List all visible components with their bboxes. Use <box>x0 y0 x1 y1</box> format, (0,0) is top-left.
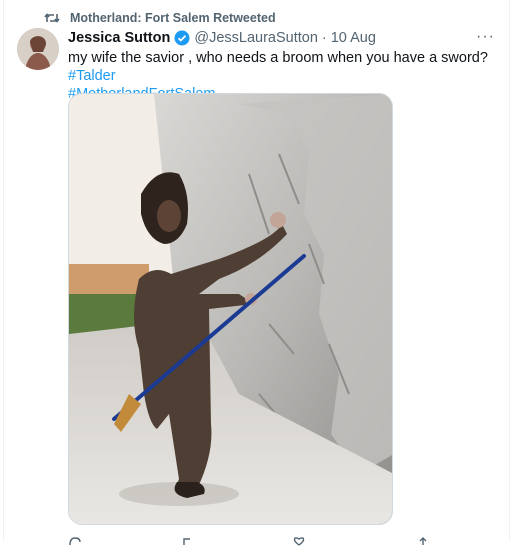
timeline-border-right <box>509 0 510 541</box>
verified-badge-icon <box>174 30 190 46</box>
author-name[interactable]: Jessica Sutton <box>68 30 170 46</box>
tweet-date[interactable]: 10 Aug <box>331 30 376 46</box>
tweet-body: my wife the savior , who needs a broom w… <box>68 50 488 66</box>
retweet-icon <box>44 12 60 24</box>
timeline-border-left <box>3 0 4 541</box>
tweet-photo[interactable] <box>68 93 393 525</box>
separator-dot: · <box>321 30 327 46</box>
retweet-action-icon[interactable] <box>181 533 195 545</box>
retweet-context[interactable]: Motherland: Fort Salem Retweeted <box>44 11 276 25</box>
avatar[interactable] <box>17 28 59 70</box>
like-icon[interactable] <box>292 533 306 546</box>
more-options-icon[interactable]: ··· <box>476 28 495 46</box>
share-icon[interactable] <box>416 533 430 545</box>
retweet-label: Motherland: Fort Salem Retweeted <box>70 11 276 25</box>
hashtag-talder[interactable]: #Talder <box>68 68 116 84</box>
tweet-header: Jessica Sutton @JessLauraSutton · 10 Aug <box>68 30 376 46</box>
reply-icon[interactable] <box>68 533 82 546</box>
tweet-actions <box>68 533 458 546</box>
author-handle[interactable]: @JessLauraSutton <box>194 30 318 46</box>
